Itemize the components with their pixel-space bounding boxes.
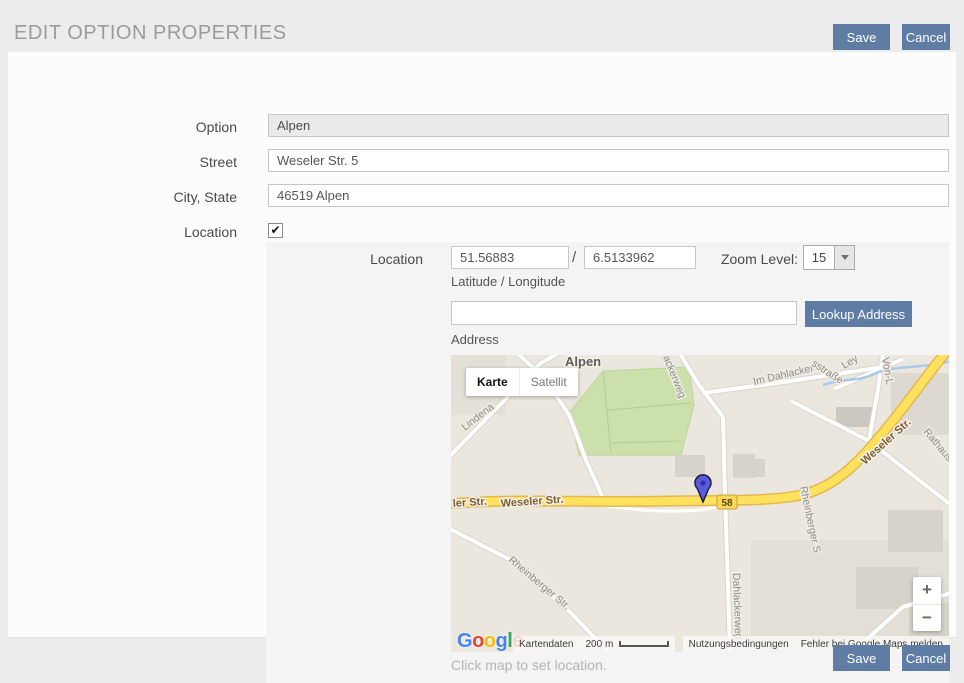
map-scale: 200 m: [580, 636, 676, 652]
map-terms-link[interactable]: Nutzungsbedingungen: [683, 636, 795, 652]
city-state-label: City, State: [8, 189, 237, 205]
map-road-label: Dahlackerweg: [730, 573, 744, 640]
zoom-out-button[interactable]: −: [913, 605, 941, 632]
lookup-address-button[interactable]: Lookup Address: [805, 301, 912, 327]
map-type-map-button[interactable]: Karte: [466, 368, 519, 396]
zoom-level-select[interactable]: 15: [803, 245, 855, 270]
map-canvas: 58 Alpen ler Str. Weseler Str. Weseler S…: [451, 355, 949, 652]
address-lookup-input[interactable]: [451, 301, 797, 325]
page-title: EDIT OPTION PROPERTIES: [14, 22, 287, 45]
address-hint: Address: [451, 332, 499, 347]
save-button[interactable]: Save: [833, 24, 890, 50]
chevron-down-icon: [834, 246, 854, 269]
form-panel: Option Street City, State Location ✔ Loc…: [8, 52, 956, 638]
zoom-in-button[interactable]: +: [913, 577, 941, 605]
save-button-bottom[interactable]: Save: [833, 645, 890, 671]
cancel-button[interactable]: Cancel: [902, 24, 950, 50]
map-type-control: Karte Satellit: [466, 368, 578, 396]
map[interactable]: 58 Alpen ler Str. Weseler Str. Weseler S…: [451, 355, 949, 652]
map-zoom-control: + −: [913, 577, 941, 631]
map-place-label: Alpen: [565, 355, 601, 369]
checkmark-icon: ✔: [270, 223, 280, 237]
route-badge-label: 58: [721, 498, 733, 509]
zoom-level-value: 15: [804, 246, 834, 269]
latitude-input[interactable]: [451, 246, 569, 269]
option-label: Option: [8, 119, 237, 135]
map-scale-bar: [619, 641, 669, 647]
click-map-hint: Click map to set location.: [451, 657, 607, 673]
edit-option-properties-page: EDIT OPTION PROPERTIES Save Cancel Optio…: [0, 0, 964, 683]
latlng-hint: Latitude / Longitude: [451, 274, 565, 289]
street-label: Street: [8, 154, 237, 170]
cancel-button-bottom[interactable]: Cancel: [902, 645, 950, 671]
location-label: Location: [8, 224, 237, 240]
zoom-level-label: Zoom Level:: [698, 251, 798, 267]
option-input[interactable]: [268, 114, 949, 137]
street-input[interactable]: [268, 149, 949, 172]
location-coords-label: Location: [308, 251, 423, 267]
latlng-separator: /: [572, 249, 576, 266]
map-data-label: Kartendaten: [513, 636, 580, 652]
map-type-satellite-button[interactable]: Satellit: [519, 368, 578, 396]
city-state-input[interactable]: [268, 184, 949, 207]
map-scale-label: 200 m: [586, 639, 614, 650]
map-marker-dot: [700, 480, 705, 485]
map-road-label: Rheinberger Str.: [506, 554, 572, 612]
map-road-label: ler Str.: [452, 496, 487, 510]
longitude-input[interactable]: [584, 246, 696, 269]
location-checkbox[interactable]: ✔: [268, 223, 283, 238]
